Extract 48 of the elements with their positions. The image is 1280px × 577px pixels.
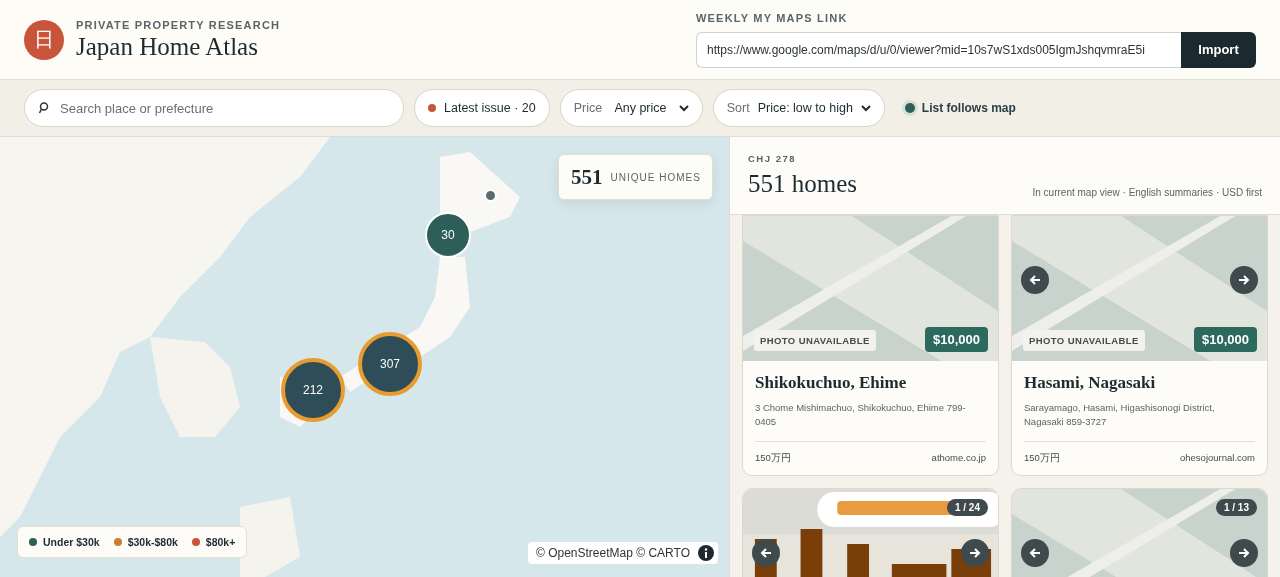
sort-dropdown[interactable]: Sort Price: low to high [712, 89, 885, 127]
issue-filter[interactable]: Latest issue · 20 [414, 89, 550, 127]
search-field[interactable]: Search place or prefecture [24, 89, 404, 127]
listing-card[interactable]: PHOTO UNAVAILABLE $10,000 Hasami, Nagasaki Sarayamago, Hasami, Higashisonogi District, Nagasaki 859-3727 150万円 ohesojournal.com [1011, 215, 1268, 476]
info-icon[interactable] [697, 545, 714, 561]
price-tag: $10,000 [925, 327, 988, 352]
listing-card[interactable]: 1 / 24 [742, 488, 999, 577]
arrow-right-icon [969, 547, 981, 559]
listing-address: 3 Chome Mishimachuo, Shikokuchuo, Ehime 799-0405 [755, 401, 967, 429]
legend-label: Under $30k [43, 536, 100, 548]
home-count: 551 [571, 164, 603, 190]
arrow-right-icon [1238, 274, 1250, 286]
logo: 日 [24, 19, 64, 60]
stats-label: UNIQUE HOMES [610, 171, 701, 183]
arrow-left-icon [1029, 547, 1041, 559]
eyebrow-text: PRIVATE PROPERTY RESEARCH [76, 18, 281, 31]
results-title: 551 homes [748, 170, 858, 198]
listing-title: Shikokuchuo, Ehime [755, 373, 908, 393]
listing-card[interactable]: 1 / 13 [1011, 488, 1268, 577]
price-dropdown[interactable]: Price Any price [559, 89, 703, 127]
photo-status-label: PHOTO UNAVAILABLE [1023, 330, 1145, 351]
arrow-right-icon [1238, 547, 1250, 559]
photo-counter: 1 / 13 [1215, 499, 1257, 516]
arrow-left-icon [1029, 274, 1041, 286]
listing-card[interactable]: PHOTO UNAVAILABLE $10,000 Shikokuchuo, Ehime 3 Chome Mishimachuo, Shikokuchuo, Ehime 799-0405 150万円 athome.co.jp [742, 215, 999, 476]
price-tag: $10,000 [1194, 327, 1257, 352]
legend-label: $30k-$80k [127, 536, 178, 548]
source-link[interactable]: ohesojournal.com [1180, 452, 1255, 465]
field-label: WEEKLY MY MAPS LINK [696, 11, 849, 24]
legend-label: $80k+ [205, 536, 236, 548]
yen-price: 150万円 [755, 452, 791, 465]
photo-counter: 1 / 24 [946, 499, 988, 516]
arrow-left-icon [760, 547, 772, 559]
listing-title: Hasami, Nagasaki [1024, 373, 1157, 393]
chevron-down-icon [678, 104, 689, 112]
results-subtitle: In current map view · English summaries · USD first [1032, 187, 1262, 198]
yen-price: 150万円 [1024, 452, 1060, 465]
issue-code: CHJ 278 [748, 153, 797, 164]
follow-toggle[interactable]: List follows map [894, 101, 1026, 115]
site-title: Japan Home Atlas [76, 32, 259, 61]
search-icon [38, 102, 49, 114]
attribution-text: © OpenStreetMap © CARTO [536, 546, 690, 560]
listing-address: Sarayamago, Hasami, Higashisonogi District, Nagasaki 859-3727 [1024, 401, 1216, 429]
source-link[interactable]: athome.co.jp [931, 452, 986, 465]
import-button[interactable]: Import [1181, 31, 1256, 68]
photo-status-label: PHOTO UNAVAILABLE [754, 330, 876, 351]
url-field[interactable]: https://www.google.com/maps/d/u/0/viewer?mid=10s7wS1xds005IgmJshqvmraE5i [696, 31, 1181, 68]
chevron-down-icon [860, 104, 871, 112]
